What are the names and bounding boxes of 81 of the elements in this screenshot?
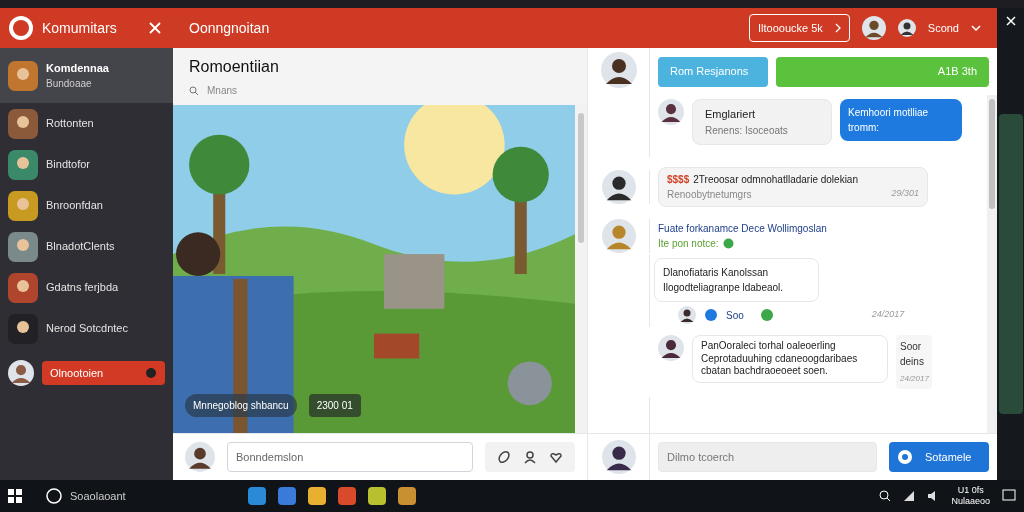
avatar-icon — [861, 16, 886, 40]
sidebar-item[interactable]: Rottonten — [0, 103, 173, 144]
user-icon[interactable] — [523, 450, 537, 464]
logo-icon — [8, 15, 34, 41]
avatar-icon — [658, 335, 684, 361]
search-icon — [189, 85, 199, 96]
sidebar-item[interactable]: Bindtofor — [0, 144, 173, 185]
notice-title: Fuate forkanamce Dece Wollimgoslan — [658, 222, 827, 236]
send-icon — [897, 449, 913, 465]
sidebar-item[interactable]: Bnroonfdan — [0, 185, 173, 226]
search-icon — [46, 488, 62, 504]
app-icon[interactable] — [278, 487, 296, 505]
message-subtext: Renoobytnetumgrs — [667, 188, 752, 202]
heart-icon[interactable] — [549, 450, 563, 464]
app-icon[interactable] — [338, 487, 356, 505]
item-name: BlnadotClents — [46, 239, 115, 255]
avatar-icon — [601, 219, 636, 253]
sidebar-title: Komumitars — [42, 18, 118, 38]
header-title: Oonngnoitan — [189, 18, 271, 38]
message-text: 2Treoosar odmnohatlladarie dolekian — [693, 174, 858, 185]
sidebar-item[interactable]: Gdatns ferjbda — [0, 267, 173, 308]
taskbar-time: U1 0fs — [957, 484, 984, 496]
side-text: Soor deins — [900, 340, 925, 369]
post-title: Romoentiian — [189, 57, 280, 77]
scrollbar[interactable] — [575, 105, 587, 433]
avatar-icon — [8, 360, 34, 386]
sidebar-item[interactable]: Nerod Sotcdntec — [0, 308, 173, 349]
dot-icon — [145, 367, 157, 379]
avatar-icon — [678, 306, 696, 324]
avatar-icon — [185, 442, 215, 472]
item-name: Nerod Sotcdntec — [46, 321, 128, 337]
close-icon[interactable] — [1005, 16, 1016, 26]
avatar-icon — [600, 52, 637, 88]
message-field[interactable]: Dilmo tcoerch — [658, 442, 877, 472]
app-icon[interactable] — [248, 487, 266, 505]
avatar-icon — [897, 19, 916, 37]
avatar-icon — [658, 99, 684, 125]
windows-icon[interactable] — [8, 489, 22, 503]
reaction-icon — [759, 308, 774, 322]
message-time: 29/301 — [891, 187, 919, 200]
reaction-count: Soo — [726, 308, 744, 323]
chevron-down-icon[interactable] — [971, 25, 981, 31]
sidebar-item[interactable]: Komdennaa Bundoaae — [0, 48, 173, 103]
taskbar-date: Nulaaeoo — [951, 496, 990, 508]
reaction-icon — [704, 308, 718, 322]
avatar-icon — [601, 440, 636, 474]
taskbar-search[interactable]: Soaolaoant — [46, 487, 236, 505]
outgoing-bubble: Kemhoori motlliae tromm: — [840, 99, 962, 141]
item-name: Rottonten — [46, 116, 94, 132]
chevron-right-icon — [834, 23, 841, 33]
message-bubble: Dlanofiataris Kanolssan Ilogodteliagranpe ldabeaol. — [654, 258, 819, 302]
item-name: Komdennaa — [46, 60, 109, 76]
score-chip: 2300 01 — [308, 394, 361, 417]
avatar-icon — [601, 170, 636, 204]
header-badge-button[interactable]: Iltoooucke 5k — [748, 14, 850, 42]
sidebar-item[interactable]: BlnadotClents — [0, 226, 173, 267]
network-icon[interactable] — [903, 490, 916, 502]
tag-icon[interactable] — [497, 450, 511, 464]
message-time: 24/2017 — [871, 308, 905, 322]
scrollbar[interactable] — [987, 95, 997, 433]
send-button[interactable]: Sotamele — [889, 442, 989, 472]
app-icon[interactable] — [398, 487, 416, 505]
message-lead: $$$$ — [667, 174, 690, 185]
post-subtitle: Mnans — [207, 84, 237, 98]
item-subtitle: Bundoaae — [46, 77, 93, 92]
search-icon[interactable] — [879, 490, 892, 502]
app-icon[interactable] — [368, 487, 386, 505]
sidebar-action-button[interactable]: Olnootoien — [42, 361, 165, 385]
message-time: 24/2017 — [900, 373, 928, 385]
message-text: Renens: Isoceoats — [705, 123, 789, 138]
comment-field[interactable]: Bonndemslon — [227, 442, 473, 472]
message-bubble: PanOoraleci torhal oaleoerling Ceprotaduuhing cdaneoogdaribaes cbatan bachdraoeoeet soen. — [692, 335, 888, 383]
item-name: Gdatns ferjbda — [46, 280, 119, 296]
notice-subtext: Ite pon notce: — [658, 237, 719, 251]
user-name[interactable]: Scond — [927, 19, 959, 37]
caption-chip: Mnnegoblog shbancu — [185, 394, 297, 417]
notification-icon[interactable] — [1002, 489, 1016, 503]
app-icon[interactable] — [308, 487, 326, 505]
item-name: Bnroonfdan — [46, 198, 103, 214]
item-name: Bindtofor — [46, 157, 91, 173]
message-author: Emglariert — [705, 107, 757, 122]
